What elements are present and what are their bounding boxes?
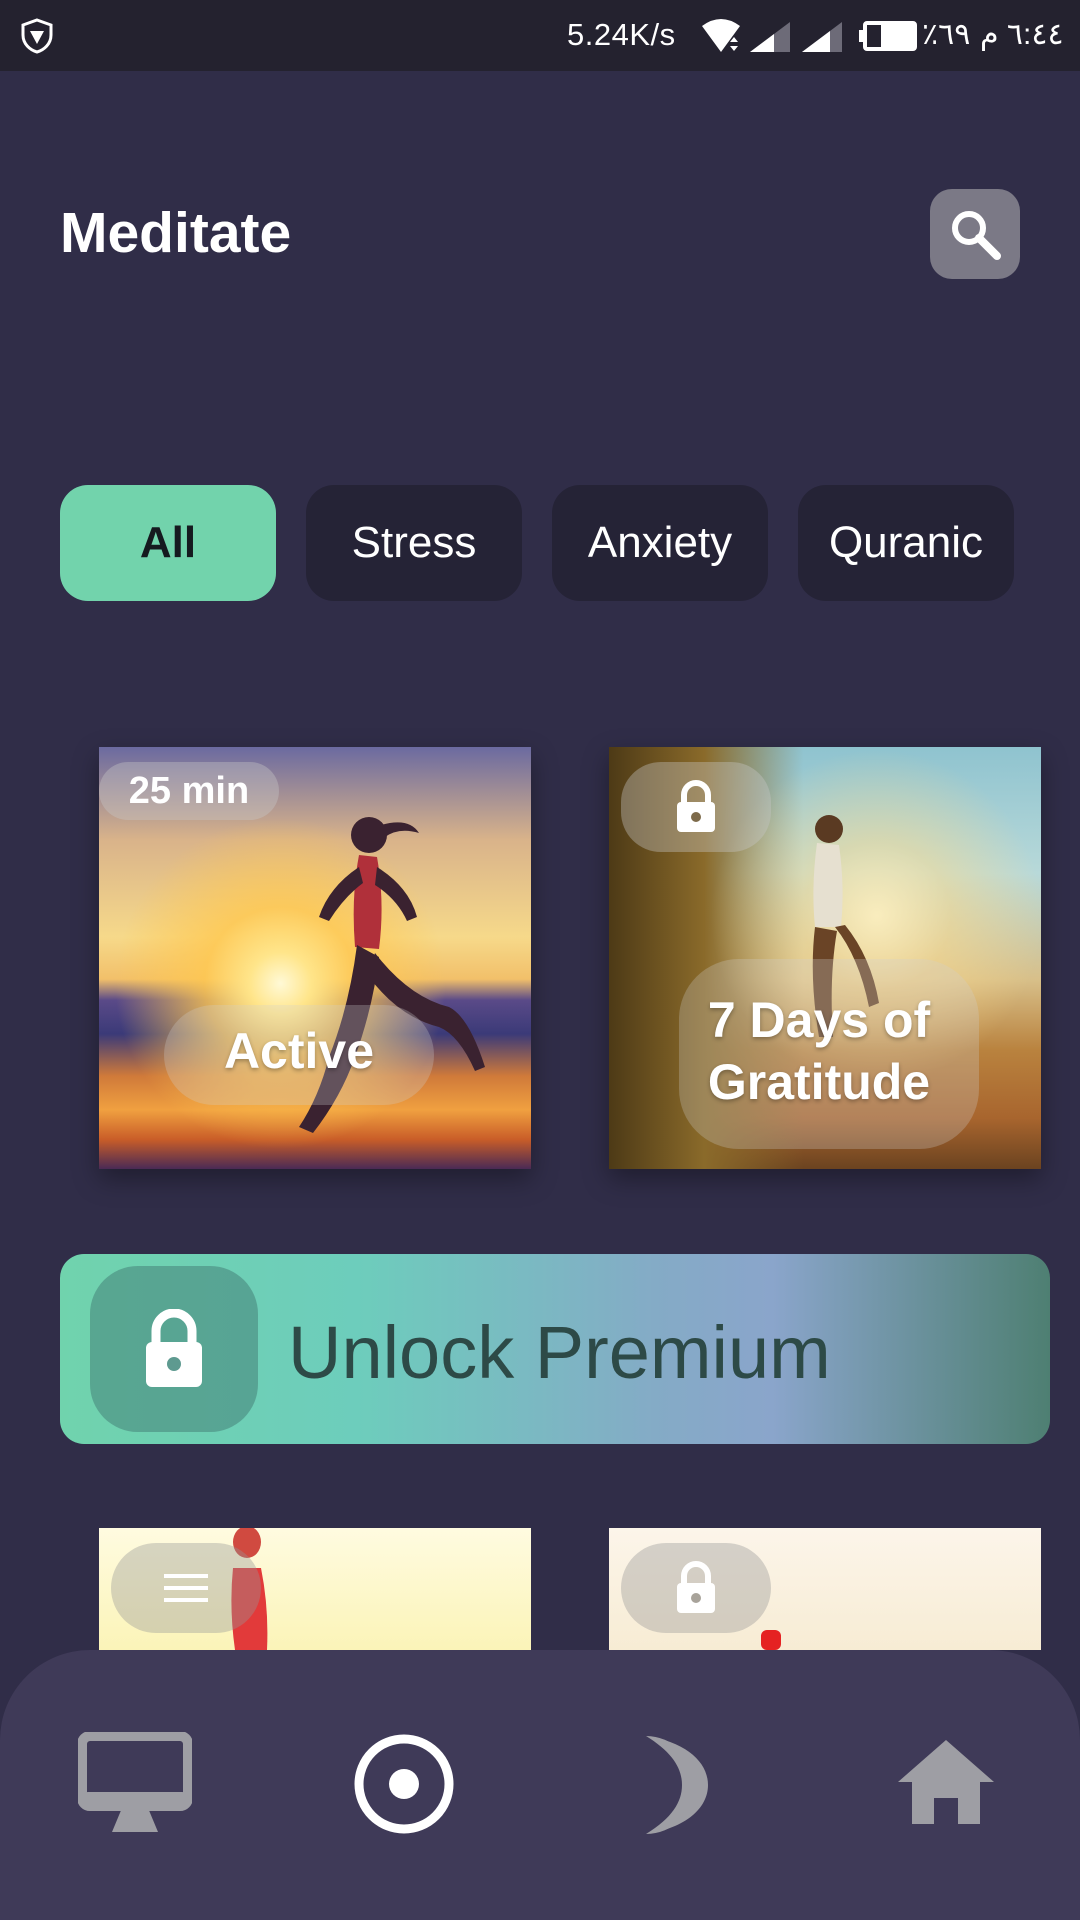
meditation-card-gratitude[interactable]: 7 Days of Gratitude bbox=[609, 747, 1041, 1169]
meditate-circle-icon bbox=[354, 1734, 454, 1834]
duration-badge: 25 min bbox=[99, 762, 279, 820]
signal-icon bbox=[750, 22, 790, 52]
monitor-icon bbox=[77, 1731, 193, 1832]
card-image: 7 Days of Gratitude bbox=[609, 747, 1041, 1169]
search-icon bbox=[952, 211, 1001, 260]
lock-icon bbox=[677, 1561, 715, 1613]
clock: ٦:٤٤ م bbox=[980, 18, 1064, 51]
locked-badge bbox=[621, 762, 771, 852]
card-title: Active bbox=[223, 1023, 375, 1079]
nav-item-meditate[interactable] bbox=[352, 1732, 456, 1841]
meditation-card-active[interactable]: 25 min Active bbox=[99, 747, 531, 1169]
premium-label: Unlock Premium bbox=[288, 1311, 831, 1394]
premium-lock-badge bbox=[90, 1266, 258, 1432]
locked-badge bbox=[621, 1543, 771, 1633]
runner-silhouette bbox=[761, 1630, 781, 1650]
lock-icon bbox=[146, 1309, 202, 1387]
filter-chip-all[interactable]: All bbox=[60, 485, 276, 601]
shield-icon bbox=[21, 18, 53, 54]
nav-item-screen[interactable] bbox=[77, 1731, 193, 1841]
signal-icon bbox=[802, 22, 842, 52]
lock-icon bbox=[677, 780, 715, 832]
battery-icon bbox=[859, 21, 917, 51]
card-title: 7 Days of Gratitude bbox=[664, 989, 974, 1113]
card-title-line2: Gratitude bbox=[707, 1054, 931, 1110]
meditation-card-partial[interactable] bbox=[99, 1528, 531, 1650]
card-title-line1: 7 Days of bbox=[707, 992, 931, 1048]
search-button[interactable] bbox=[930, 189, 1020, 279]
menu-badge bbox=[111, 1543, 261, 1633]
card-image: 25 min Active bbox=[99, 747, 531, 1169]
battery-percent: ٪٦٩ bbox=[922, 18, 971, 51]
meditation-card-partial[interactable] bbox=[609, 1528, 1041, 1650]
filter-chip-anxiety[interactable]: Anxiety bbox=[552, 485, 768, 601]
page-title: Meditate bbox=[60, 201, 292, 265]
nav-item-home[interactable] bbox=[896, 1736, 996, 1831]
wifi-icon bbox=[702, 19, 740, 52]
network-speed: 5.24K/s bbox=[567, 17, 676, 52]
bottom-navigation bbox=[0, 1650, 1080, 1920]
filter-chip-quranic[interactable]: Quranic bbox=[798, 485, 1014, 601]
home-icon bbox=[898, 1740, 994, 1824]
moon-icon bbox=[646, 1736, 708, 1834]
filter-chip-stress[interactable]: Stress bbox=[306, 485, 522, 601]
card-image bbox=[99, 1528, 531, 1650]
status-bar: 5.24K/s ٪٦٩ ٦:٤٤ م bbox=[0, 0, 1080, 71]
nav-item-sleep[interactable] bbox=[636, 1732, 716, 1843]
menu-icon bbox=[164, 1574, 208, 1602]
unlock-premium-banner[interactable]: Unlock Premium bbox=[60, 1254, 1050, 1444]
card-image bbox=[609, 1528, 1041, 1650]
